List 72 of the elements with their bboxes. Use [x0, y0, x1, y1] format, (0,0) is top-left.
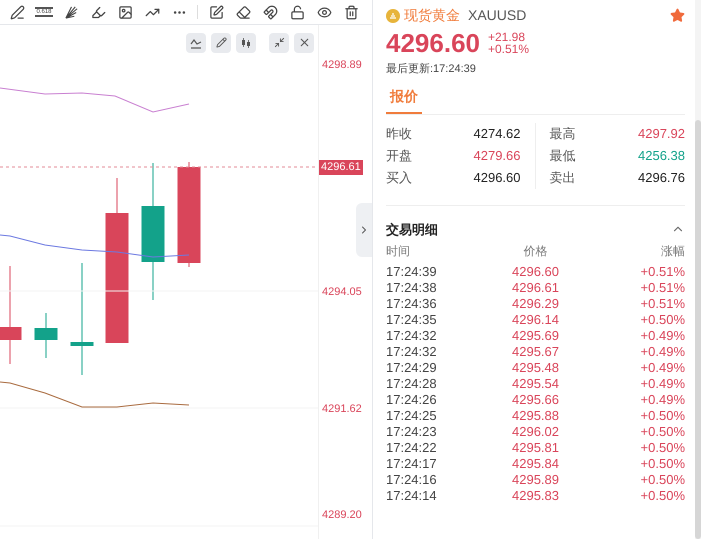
trade-change: +0.50%	[640, 311, 685, 330]
trade-change: +0.50%	[640, 487, 685, 506]
stat-label: 昨收	[386, 124, 412, 143]
trade-time: 17:24:39	[386, 263, 438, 282]
trade-change: +0.50%	[640, 407, 685, 426]
trade-change: +0.49%	[640, 327, 685, 346]
trade-time: 17:24:32	[386, 327, 438, 346]
trade-time: 17:24:22	[386, 439, 438, 458]
trade-time: 17:24:28	[386, 375, 438, 394]
trade-price: 4296.14	[511, 311, 560, 330]
trade-price: 4296.02	[511, 423, 560, 442]
trade-price: 4296.29	[511, 295, 560, 314]
y-axis-label: 4289.20	[322, 510, 362, 521]
price-change: +21.98	[488, 31, 526, 43]
instrument-name: 现货黄金	[404, 6, 460, 25]
trade-time: 17:24:32	[386, 343, 438, 362]
trade-change: +0.49%	[640, 375, 685, 394]
stat-value: 4274.62	[474, 124, 520, 143]
y-axis-label: 4298.89	[322, 60, 362, 71]
trade-change: +0.51%	[640, 279, 685, 298]
trade-price: 4295.48	[511, 359, 560, 378]
trade-change: +0.51%	[640, 263, 685, 282]
stat-value: 4297.92	[638, 124, 685, 143]
column-header: 价格	[522, 243, 548, 260]
stat-value: 4256.38	[638, 146, 685, 165]
trade-price: 4295.81	[511, 439, 560, 458]
current-price-label: 4296.61	[319, 160, 363, 175]
trade-price: 4295.83	[511, 487, 560, 506]
trade-price: 4295.67	[511, 343, 560, 362]
trade-change: +0.50%	[640, 439, 685, 458]
trade-price: 4295.84	[511, 455, 560, 474]
section-title: 交易明细	[386, 220, 438, 238]
trade-price: 4296.60	[511, 263, 560, 282]
trade-time: 17:24:38	[386, 279, 438, 298]
trade-time: 17:24:29	[386, 359, 438, 378]
stat-value: 4296.76	[638, 168, 685, 187]
trade-change: +0.50%	[640, 423, 685, 442]
instrument-symbol: XAUUSD	[468, 6, 526, 25]
trade-change: +0.49%	[640, 359, 685, 378]
trade-change: +0.49%	[640, 391, 685, 410]
stat-value: 4296.60	[474, 168, 520, 187]
trade-price: 4295.54	[511, 375, 560, 394]
trade-change: +0.51%	[640, 295, 685, 314]
trade-change: +0.50%	[640, 471, 685, 490]
y-axis-label: 4294.05	[322, 287, 362, 298]
trade-time: 17:24:23	[386, 423, 438, 442]
trade-time: 17:24:25	[386, 407, 438, 426]
column-header: 涨幅	[660, 243, 685, 260]
column-header: 时间	[386, 243, 411, 260]
trade-change: +0.50%	[640, 455, 685, 474]
stat-label: 最高	[550, 124, 576, 143]
stat-label: 买入	[386, 168, 412, 187]
stat-label: 卖出	[550, 168, 576, 187]
trade-price: 4295.88	[511, 407, 560, 426]
trade-price: 4296.61	[511, 279, 560, 298]
y-axis-label: 4291.62	[322, 404, 362, 415]
trade-time: 17:24:26	[386, 391, 438, 410]
trade-price: 4295.69	[511, 327, 560, 346]
trade-price: 4295.66	[511, 391, 560, 410]
price-change-percent: +0.51%	[488, 43, 530, 55]
stat-label: 最低	[550, 146, 576, 165]
trade-time: 17:24:17	[386, 455, 438, 474]
last-updated: 最后更新:17:24:39	[386, 62, 477, 77]
trade-time: 17:24:14	[386, 487, 438, 506]
trade-time: 17:24:35	[386, 311, 438, 330]
stat-label: 开盘	[386, 146, 412, 165]
stat-value: 4279.66	[474, 146, 520, 165]
current-price: 4296.60	[386, 30, 480, 56]
trade-time: 17:24:16	[386, 471, 438, 490]
trade-price: 4295.89	[511, 471, 560, 490]
trade-time: 17:24:36	[386, 295, 438, 314]
trade-change: +0.49%	[640, 343, 685, 362]
